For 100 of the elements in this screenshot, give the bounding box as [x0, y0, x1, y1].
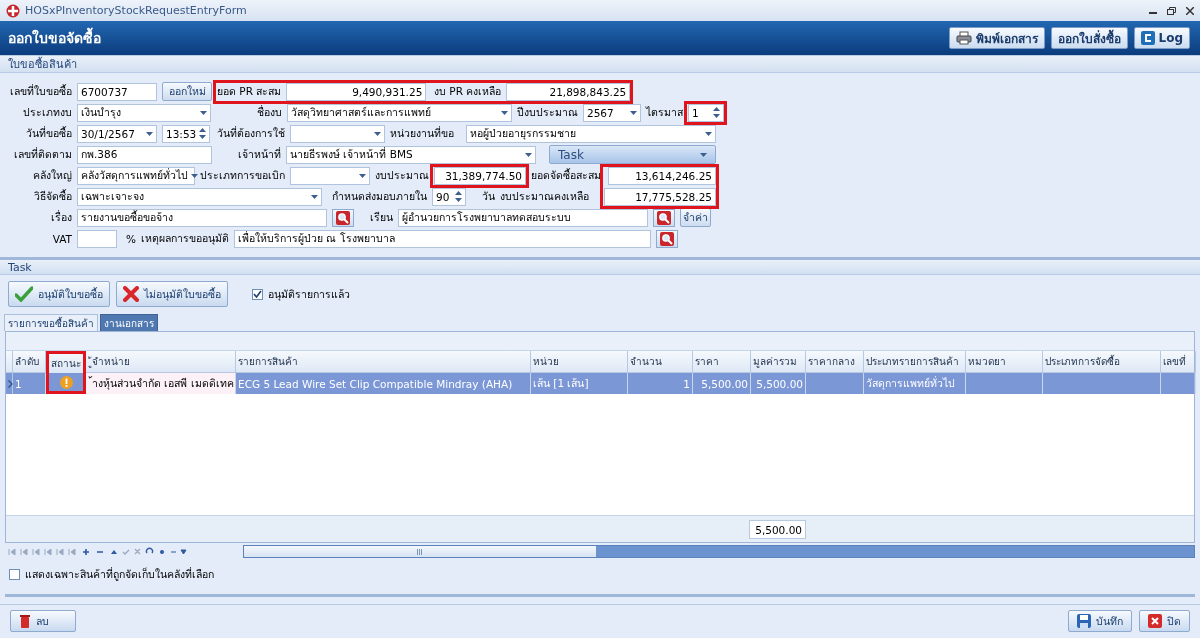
text-field[interactable] [77, 229, 117, 248]
caret-icon [311, 194, 318, 199]
section-header: Task [0, 257, 1200, 275]
caret-icon [374, 131, 381, 136]
field-label: วิธีจัดซื้อ [33, 188, 72, 204]
checkbox-label: อนุมัติรายการแล้ว [268, 286, 350, 303]
field-label: เหตุผลการขออนุมัติ [141, 231, 229, 247]
printer-icon [955, 31, 972, 45]
close-icon [1148, 614, 1162, 628]
table-cell: วัสดุการแพทย์ทั่วไป [864, 373, 966, 394]
combo-box[interactable]: นายธีรพงษ์ เจ้าหน้าที่ BMS [286, 145, 536, 164]
search-button[interactable] [656, 229, 678, 248]
warning-icon [59, 375, 73, 389]
spin-arrows-icon [199, 128, 207, 139]
text-field[interactable]: กพ.386 [77, 145, 212, 164]
field-label: ยอด PR สะสม [217, 84, 282, 99]
combo-box[interactable]: คลังวัสดุการแพทย์ทั่วไป [77, 166, 195, 185]
field-label: เจ้าหน้าที่ [237, 146, 281, 162]
field-label: วันที่ขอซื้อ [25, 125, 72, 141]
table-cell: 5,500.00 [693, 373, 751, 394]
save-icon [1077, 614, 1091, 628]
caret-icon [630, 110, 637, 115]
header-button[interactable]: พิมพ์เอกสาร [948, 27, 1045, 49]
checkbox[interactable] [252, 288, 263, 300]
tab[interactable]: งานเอกสาร [100, 314, 158, 331]
field-label: งบประมาณ [375, 168, 429, 183]
caret-icon [191, 173, 198, 178]
combo-box[interactable]: 30/1/2567 [77, 124, 157, 143]
search-icon [657, 210, 671, 225]
field-label: เลขที่ติดตาม [13, 146, 72, 162]
caret-icon [700, 152, 707, 157]
total-field: 5,500.00 [749, 520, 806, 539]
approval-button[interactable]: อนุมัติใบขอซื้อ [8, 281, 110, 307]
footer-button[interactable]: บันทึก [1068, 610, 1132, 632]
field-label: ไตรมาส [646, 105, 683, 120]
caret-icon [525, 152, 532, 157]
number-field[interactable]: 17,775,528.25 [604, 187, 716, 206]
header-button[interactable]: ออกใบสั่งซื้อ [1050, 27, 1128, 49]
restore-icon[interactable] [1167, 6, 1176, 15]
field-label: วัน [481, 189, 495, 204]
table-cell: 5,500.00 [751, 373, 806, 394]
field-label: ชื่องบ [256, 104, 282, 120]
caret-icon [501, 110, 508, 115]
field-label: งบ PR คงเหลือ [433, 84, 502, 99]
grip-icon [417, 548, 423, 555]
app-icon [6, 3, 20, 18]
field-label: ประเภทการขอเบิก [200, 168, 285, 183]
approval-button[interactable]: ไม่อนุมัติใบขอซื้อ [116, 281, 228, 307]
tab[interactable]: รายการขอซื้อสินค้า [4, 314, 98, 331]
checkbox[interactable] [9, 568, 20, 580]
field-label: วันที่ต้องการใช้ [216, 125, 285, 141]
field-label: เรื่อง [50, 209, 72, 225]
field-label: เรียน [369, 210, 393, 225]
caret-icon [200, 110, 207, 115]
field-label: คลังใหญ่ [32, 168, 72, 184]
combo-box[interactable]: เงินบำรุง [77, 103, 211, 122]
spin-arrows-icon [455, 191, 462, 202]
table-cell: 1 [628, 373, 693, 394]
spin-arrows-icon [713, 107, 720, 118]
text-field[interactable]: ผู้อำนวยการโรงพยาบาลทดสอบระบบ [398, 208, 648, 227]
table-cell: ECG 5 Lead Wire Set Clip Compatible Mindray (AHA) [236, 373, 531, 394]
check-icon [253, 290, 262, 298]
task-dropdown[interactable]: Task [549, 145, 716, 164]
table-row[interactable]: 1 ้างหุ้นส่วนจำกัด เอสพี เมดดิเทค ECG 5 Lead Wire Set Clip Compatible Mindray (AHA) เส้น [1 เส้น] 1 5,500.00 5,500.00 วัสดุการแพทย์ทั่วไป [6, 373, 1194, 394]
table-cell: 1 [13, 373, 46, 394]
table-cell: เส้น [1 เส้น] [531, 373, 628, 394]
field-label: หน่วยงานที่ขอ [390, 125, 454, 141]
form-button[interactable]: ออกใหม่ [162, 82, 212, 101]
field-label: VAT [51, 232, 72, 245]
check-icon [15, 286, 33, 302]
search-button[interactable] [332, 208, 354, 227]
row-indicator-icon [8, 379, 13, 388]
window-title: HOSxPInventoryStockRequestEntryForm [25, 4, 248, 17]
horizontal-scrollbar[interactable] [243, 545, 1195, 558]
form-title: ออกใบขอจัดซื้อ [8, 27, 949, 49]
spin-field[interactable]: 13:53 [162, 124, 210, 143]
log-icon [1140, 31, 1155, 45]
footer-button[interactable]: ปิด [1139, 610, 1190, 632]
combo-box[interactable]: เฉพาะเจาะจง [77, 187, 322, 206]
table-cell: ้างหุ้นส่วนจำกัด เอสพี เมดดิเทค [86, 373, 236, 394]
cross-icon [123, 286, 139, 302]
combo-box[interactable]: หอผู้ป่วยอายุรกรรมชาย [466, 124, 716, 143]
field-label: กำหนดส่งมอบภายใน [331, 189, 427, 204]
text-field[interactable]: 6700737 [77, 82, 157, 101]
caret-icon [705, 131, 712, 136]
search-icon [660, 231, 674, 246]
text-field[interactable]: รายงานขอซื้อขอจ้าง [77, 208, 327, 227]
field-label: งบประมาณคงเหลือ [500, 189, 589, 204]
trash-icon [19, 614, 31, 628]
combo-box[interactable]: 2567 [583, 103, 641, 122]
caret-icon [146, 131, 153, 136]
caret-icon [359, 173, 366, 178]
section-header: ใบขอซื้อสินค้า [0, 55, 1200, 73]
header-button[interactable]: Log [1133, 27, 1190, 49]
close-icon[interactable] [1186, 6, 1194, 15]
search-icon [336, 210, 350, 225]
field-label: ปีงบประมาณ [517, 105, 578, 120]
text-field[interactable]: เพื่อให้บริการผู้ป่วย ณ โรงพยาบาล [234, 229, 651, 248]
field-label: % [125, 232, 136, 245]
footer-button[interactable]: ลบ [10, 610, 76, 632]
